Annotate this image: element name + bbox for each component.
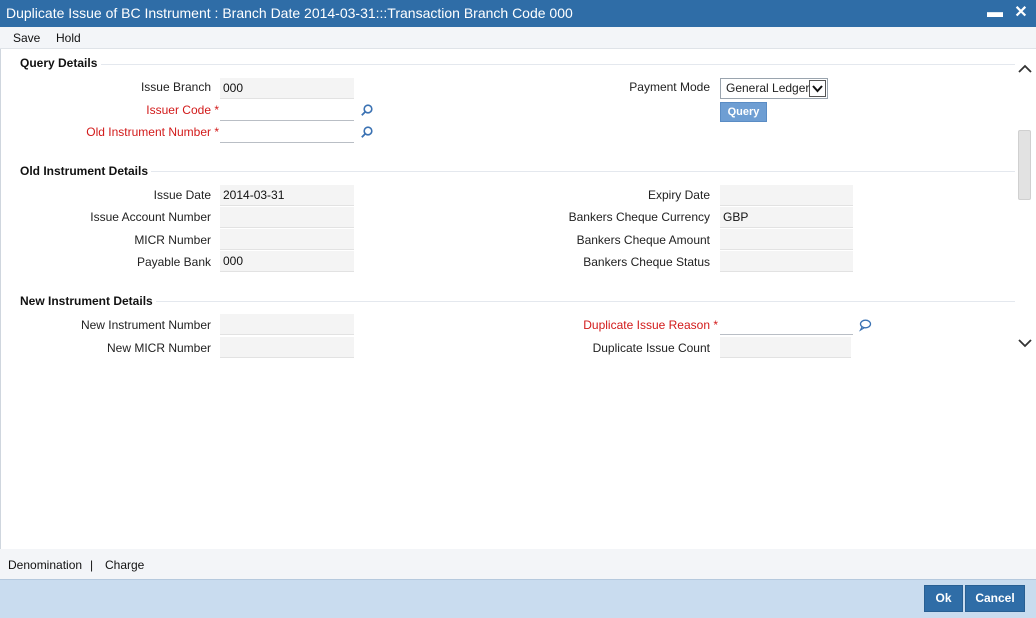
payable-bank-label: Payable Bank: [136, 255, 211, 269]
new-instrument-details-heading: New Instrument Details: [20, 294, 153, 308]
chevron-down-icon: [809, 80, 826, 97]
new-instrument-number-label: New Instrument Number: [80, 318, 211, 332]
denomination-link[interactable]: Denomination: [8, 558, 82, 572]
search-icon[interactable]: [360, 103, 374, 117]
payment-mode-select[interactable]: General Ledger: [720, 78, 828, 99]
bankers-cheque-amount-label: Bankers Cheque Amount: [576, 233, 710, 247]
payment-mode-label: Payment Mode: [629, 80, 710, 94]
charge-link[interactable]: Charge: [105, 558, 144, 572]
menu-save[interactable]: Save: [13, 31, 40, 45]
issue-date-label: Issue Date: [153, 188, 211, 202]
speech-bubble-icon[interactable]: [858, 318, 872, 332]
issuer-code-input[interactable]: [220, 100, 354, 121]
menu-hold[interactable]: Hold: [56, 31, 81, 45]
old-instrument-number-input[interactable]: [220, 122, 354, 143]
duplicate-issue-reason-label: Duplicate Issue Reason *: [583, 318, 718, 332]
query-button[interactable]: Query: [720, 102, 767, 122]
button-bar: Ok Cancel: [0, 579, 1036, 618]
duplicate-issue-reason-input[interactable]: [720, 314, 853, 335]
ok-button[interactable]: Ok: [924, 585, 963, 612]
issue-date-field: 2014-03-31: [220, 185, 354, 206]
search-icon[interactable]: [360, 125, 374, 139]
chevron-up-icon[interactable]: [1017, 62, 1033, 76]
expiry-date-field: [720, 185, 853, 206]
bankers-cheque-status-field: [720, 251, 853, 272]
section-divider: [151, 171, 1015, 172]
new-instrument-number-field: [220, 314, 354, 335]
issuer-code-label: Issuer Code *: [146, 103, 219, 117]
vertical-scrollbar[interactable]: [1016, 59, 1034, 359]
new-micr-number-field: [220, 337, 354, 358]
old-instrument-details-heading: Old Instrument Details: [20, 164, 149, 178]
issue-account-number-label: Issue Account Number: [90, 210, 211, 224]
payable-bank-field: 000: [220, 251, 354, 272]
micr-number-label: MICR Number: [134, 233, 211, 247]
new-micr-number-label: New MICR Number: [106, 341, 211, 355]
cancel-button[interactable]: Cancel: [965, 585, 1025, 612]
old-instrument-number-label: Old Instrument Number *: [86, 125, 219, 139]
window-title: Duplicate Issue of BC Instrument : Branc…: [6, 5, 573, 21]
section-divider: [156, 301, 1015, 302]
issue-branch-label: Issue Branch: [140, 80, 211, 94]
payment-mode-value: General Ledger: [726, 81, 810, 95]
form-content: Query Details Issue Branch 000 Issuer Co…: [0, 49, 1036, 549]
bankers-cheque-status-label: Bankers Cheque Status: [583, 255, 710, 269]
window-title-bar: Duplicate Issue of BC Instrument : Branc…: [0, 0, 1036, 27]
section-divider: [101, 64, 1015, 65]
micr-number-field: [220, 229, 354, 250]
chevron-down-icon[interactable]: [1017, 336, 1033, 350]
issue-account-number-field: [220, 207, 354, 228]
footer-link-separator: |: [90, 558, 94, 572]
footer-links-bar: Denomination | Charge: [0, 549, 1036, 579]
menu-bar: Save Hold: [0, 27, 1036, 49]
query-details-heading: Query Details: [20, 56, 98, 70]
bankers-cheque-amount-field: [720, 229, 853, 250]
duplicate-issue-count-label: Duplicate Issue Count: [592, 341, 710, 355]
duplicate-issue-count-field: [720, 337, 851, 358]
minimize-button[interactable]: ▬: [985, 2, 1005, 24]
scrollbar-thumb[interactable]: [1018, 130, 1031, 200]
expiry-date-label: Expiry Date: [647, 188, 710, 202]
bankers-cheque-currency-label: Bankers Cheque Currency: [568, 210, 710, 224]
issue-branch-field: 000: [220, 78, 354, 99]
bankers-cheque-currency-field: GBP: [720, 207, 853, 228]
close-button[interactable]: ✕: [1011, 2, 1031, 24]
